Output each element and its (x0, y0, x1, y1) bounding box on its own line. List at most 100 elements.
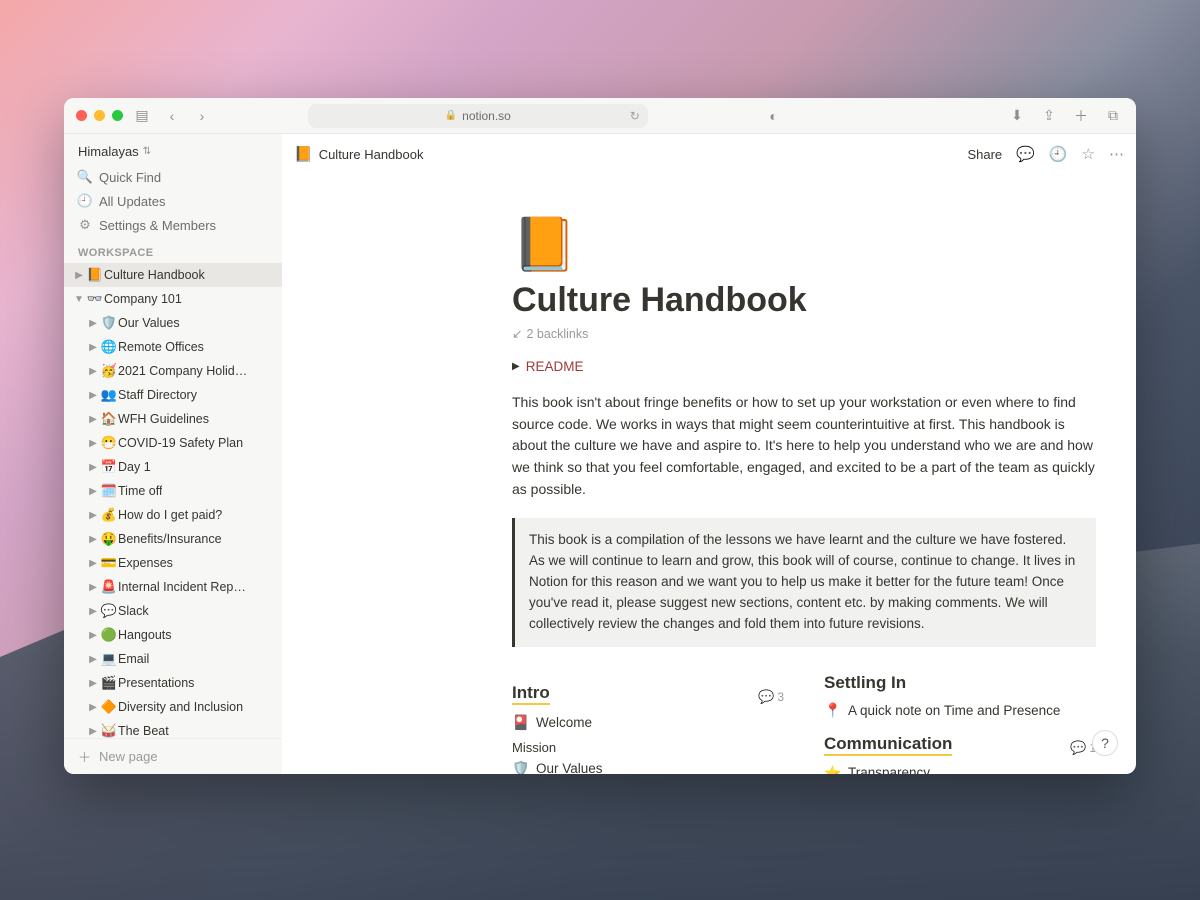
disclosure-triangle-icon[interactable]: ▶ (86, 390, 100, 401)
tree-row-label: Benefits/Insurance (118, 532, 222, 546)
page-link[interactable]: 🎴 Welcome (512, 711, 784, 734)
address-domain: notion.so (462, 109, 511, 123)
disclosure-triangle-icon[interactable]: ▶ (86, 702, 100, 713)
new-page-button[interactable]: ＋ New page (64, 738, 282, 774)
tree-row[interactable]: ▼👓Company 101 (64, 287, 282, 311)
nav-back-icon[interactable]: ‹ (161, 105, 183, 127)
mission-label: Mission (512, 740, 784, 755)
shield-icon[interactable]: ◐ (763, 105, 785, 127)
reload-icon[interactable]: ↻ (630, 109, 640, 123)
tree-row[interactable]: ▶🛡️Our Values (64, 311, 282, 335)
help-button[interactable]: ? (1092, 730, 1118, 756)
disclosure-triangle-icon[interactable]: ▶ (86, 510, 100, 521)
breadcrumb[interactable]: 📙 Culture Handbook (294, 145, 423, 163)
tree-row[interactable]: ▶💰How do I get paid? (64, 503, 282, 527)
sidebar-toggle-icon[interactable]: ▤ (131, 105, 153, 127)
share-button[interactable]: Share (967, 147, 1002, 162)
heading-communication[interactable]: Communication (824, 734, 952, 756)
close-window-icon[interactable] (76, 110, 87, 121)
intro-comments-badge[interactable]: 💬 3 (758, 689, 784, 705)
disclosure-triangle-icon[interactable]: ▶ (72, 270, 86, 281)
tree-row[interactable]: ▶🔶Diversity and Inclusion (64, 695, 282, 719)
main-area: 📙 Culture Handbook Share 💬 🕘 ☆ ⋯ 📙 Cultu… (282, 134, 1136, 774)
tree-row[interactable]: ▶🥳2021 Company Holid… (64, 359, 282, 383)
disclosure-triangle-icon[interactable]: ▶ (86, 486, 100, 497)
backlinks-button[interactable]: ↙ 2 backlinks (512, 326, 1096, 341)
new-tab-icon[interactable]: ＋ (1070, 105, 1092, 127)
page-scroll[interactable]: 📙 Culture Handbook ↙ 2 backlinks ▶ READM… (282, 174, 1136, 774)
tree-row[interactable]: ▶🚨Internal Incident Rep… (64, 575, 282, 599)
page-link[interactable]: 🛡️Our Values (512, 757, 784, 774)
page-emoji-icon: 📙 (86, 267, 104, 283)
tree-row[interactable]: ▶📙Culture Handbook (64, 263, 282, 287)
disclosure-triangle-icon[interactable]: ▶ (86, 726, 100, 737)
page-link-icon: 🎴 (512, 714, 530, 731)
disclosure-triangle-icon[interactable]: ▶ (86, 366, 100, 377)
tree-row[interactable]: ▶🤑Benefits/Insurance (64, 527, 282, 551)
heading-settling-in[interactable]: Settling In (824, 673, 906, 693)
minimize-window-icon[interactable] (94, 110, 105, 121)
disclosure-triangle-icon[interactable]: ▶ (86, 678, 100, 689)
disclosure-triangle-icon[interactable]: ▶ (86, 318, 100, 329)
page-link-label: Welcome (536, 715, 592, 730)
page-emoji-icon: 💳 (100, 555, 118, 571)
disclosure-triangle-icon[interactable]: ▶ (86, 342, 100, 353)
disclosure-triangle-icon[interactable]: ▶ (86, 606, 100, 617)
page-emoji-icon: 🗓️ (100, 483, 118, 499)
workspace-section-label: WORKSPACE (64, 237, 282, 263)
intro-paragraph[interactable]: This book isn't about fringe benefits or… (512, 392, 1096, 500)
tree-row[interactable]: ▶👥Staff Directory (64, 383, 282, 407)
comment-icon: 💬 (758, 689, 774, 705)
tabs-icon[interactable]: ⧉ (1102, 105, 1124, 127)
heading-intro[interactable]: Intro (512, 683, 550, 705)
tree-row[interactable]: ▶🗓️Time off (64, 479, 282, 503)
topbar-actions: Share 💬 🕘 ☆ ⋯ (967, 145, 1124, 163)
page-emoji-icon: 🚨 (100, 579, 118, 595)
workspace-name: Himalayas (78, 144, 139, 159)
breadcrumb-label: Culture Handbook (319, 147, 424, 162)
settings-button[interactable]: ⚙ Settings & Members (64, 213, 282, 237)
window-controls[interactable] (76, 110, 123, 121)
tree-row[interactable]: ▶😷COVID-19 Safety Plan (64, 431, 282, 455)
disclosure-triangle-icon[interactable]: ▶ (86, 654, 100, 665)
share-browser-icon[interactable]: ⇪ (1038, 105, 1060, 127)
comments-icon[interactable]: 💬 (1016, 145, 1035, 163)
page-hero-icon[interactable]: 📙 (512, 214, 1096, 275)
tree-row[interactable]: ▶🌐Remote Offices (64, 335, 282, 359)
disclosure-triangle-icon[interactable]: ▶ (86, 534, 100, 545)
workspace-switcher[interactable]: Himalayas ⇅ (64, 134, 282, 165)
address-bar[interactable]: 🔒 notion.so ↻ (308, 104, 648, 128)
updates-icon[interactable]: 🕘 (1049, 145, 1068, 163)
disclosure-triangle-icon[interactable]: ▶ (86, 414, 100, 425)
page-emoji-icon: 🏠 (100, 411, 118, 427)
page-link[interactable]: 📍A quick note on Time and Presence (824, 699, 1096, 722)
page-title[interactable]: Culture Handbook (512, 281, 1096, 320)
nav-forward-icon[interactable]: › (191, 105, 213, 127)
all-updates-button[interactable]: 🕘 All Updates (64, 189, 282, 213)
tree-row[interactable]: ▶🎬Presentations (64, 671, 282, 695)
downloads-icon[interactable]: ⬇ (1006, 105, 1028, 127)
quick-find-button[interactable]: 🔍 Quick Find (64, 165, 282, 189)
callout-block[interactable]: This book is a compilation of the lesson… (512, 518, 1096, 647)
disclosure-triangle-icon[interactable]: ▶ (86, 462, 100, 473)
maximize-window-icon[interactable] (112, 110, 123, 121)
tree-row[interactable]: ▶📅Day 1 (64, 455, 282, 479)
tree-row[interactable]: ▶🥁The Beat (64, 719, 282, 738)
disclosure-triangle-icon[interactable]: ▶ (86, 438, 100, 449)
page-emoji-icon: 💰 (100, 507, 118, 523)
tree-row-label: Our Values (118, 316, 180, 330)
favorite-icon[interactable]: ☆ (1082, 145, 1095, 163)
tree-row[interactable]: ▶🏠WFH Guidelines (64, 407, 282, 431)
tree-row[interactable]: ▶🟢Hangouts (64, 623, 282, 647)
readme-toggle[interactable]: ▶ README (512, 359, 1096, 374)
disclosure-triangle-icon[interactable]: ▶ (86, 582, 100, 593)
disclosure-triangle-icon[interactable]: ▼ (72, 294, 86, 305)
disclosure-triangle-icon[interactable]: ▶ (86, 558, 100, 569)
more-icon[interactable]: ⋯ (1109, 145, 1124, 163)
tree-row[interactable]: ▶💬Slack (64, 599, 282, 623)
disclosure-triangle-icon[interactable]: ▶ (86, 630, 100, 641)
page-link[interactable]: ⭐Transparency (824, 762, 1096, 774)
page-topbar: 📙 Culture Handbook Share 💬 🕘 ☆ ⋯ (282, 134, 1136, 174)
tree-row[interactable]: ▶💻Email (64, 647, 282, 671)
tree-row[interactable]: ▶💳Expenses (64, 551, 282, 575)
